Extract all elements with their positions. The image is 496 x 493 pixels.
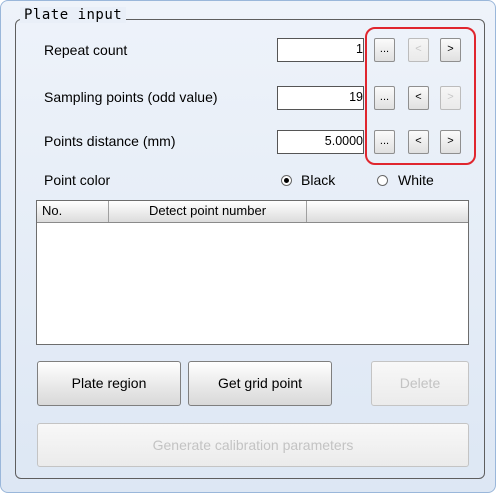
column-header-no[interactable]: No. — [37, 201, 109, 222]
sampling-points-label: Sampling points (odd value) — [44, 89, 218, 105]
black-radio-label[interactable]: Black — [301, 172, 335, 188]
points-distance-field[interactable]: 5.0000 — [277, 130, 364, 154]
points-distance-label: Points distance (mm) — [44, 133, 176, 149]
highlight-frame — [365, 27, 476, 165]
repeat-count-label: Repeat count — [44, 42, 128, 58]
sampling-points-field[interactable]: 19 — [277, 86, 364, 110]
generate-calibration-button: Generate calibration parameters — [37, 423, 469, 467]
delete-button: Delete — [371, 361, 469, 406]
group-title: Plate input — [20, 7, 127, 23]
point-color-label: Point color — [44, 172, 111, 188]
detect-point-list[interactable]: No. Detect point number — [36, 200, 469, 345]
white-radio[interactable] — [377, 175, 388, 186]
repeat-count-field[interactable]: 1 — [277, 38, 364, 62]
plate-region-button[interactable]: Plate region — [37, 361, 181, 406]
list-header: No. Detect point number — [37, 201, 468, 223]
column-header-detect-point-number[interactable]: Detect point number — [109, 201, 307, 222]
white-radio-label[interactable]: White — [398, 172, 434, 188]
black-radio[interactable] — [281, 175, 292, 186]
get-grid-point-button[interactable]: Get grid point — [188, 361, 332, 406]
